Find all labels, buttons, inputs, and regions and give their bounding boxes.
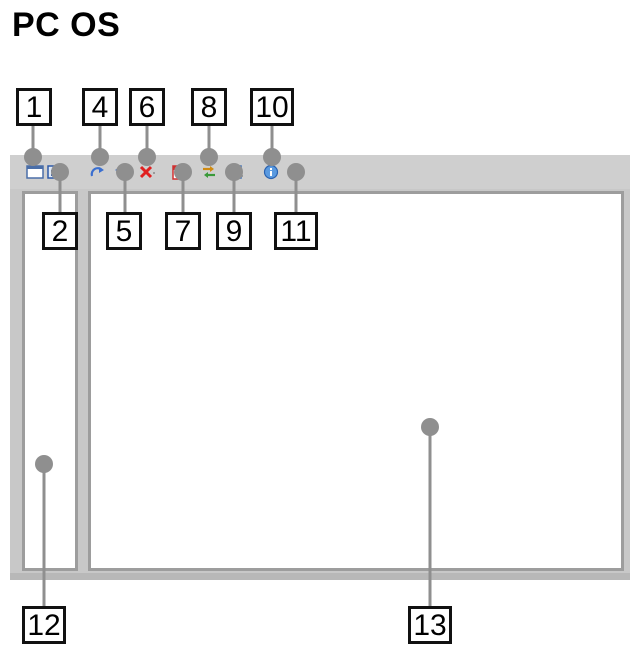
callout-dot bbox=[35, 455, 53, 473]
callout-dot bbox=[287, 163, 305, 181]
page-title: PC OS bbox=[12, 6, 121, 44]
callout-10: 10 bbox=[250, 88, 294, 126]
redo-icon[interactable] bbox=[88, 164, 106, 180]
callout-dot bbox=[116, 163, 134, 181]
callout-dot bbox=[51, 163, 69, 181]
app-window bbox=[10, 155, 630, 580]
callout-4: 4 bbox=[82, 88, 118, 126]
callout-dot bbox=[263, 148, 281, 166]
callout-8: 8 bbox=[191, 88, 227, 126]
callout-dot bbox=[24, 148, 42, 166]
window-icon[interactable] bbox=[26, 164, 44, 180]
callout-9: 9 bbox=[216, 212, 252, 250]
callout-dot bbox=[200, 148, 218, 166]
callout-13: 13 bbox=[408, 606, 452, 644]
callout-12: 12 bbox=[22, 606, 66, 644]
delete-icon[interactable] bbox=[138, 164, 156, 180]
callout-1: 1 bbox=[16, 88, 52, 126]
transfer-icon[interactable] bbox=[200, 164, 218, 180]
callout-dot bbox=[174, 163, 192, 181]
callout-5: 5 bbox=[106, 212, 142, 250]
callout-dot bbox=[225, 163, 243, 181]
callout-dot bbox=[421, 418, 439, 436]
callout-6: 6 bbox=[129, 88, 165, 126]
callout-dot bbox=[138, 148, 156, 166]
info-icon[interactable] bbox=[262, 164, 280, 180]
callout-11: 11 bbox=[274, 212, 318, 250]
callout-7: 7 bbox=[165, 212, 201, 250]
callout-dot bbox=[91, 148, 109, 166]
status-bar bbox=[10, 573, 630, 580]
callout-2: 2 bbox=[42, 212, 78, 250]
